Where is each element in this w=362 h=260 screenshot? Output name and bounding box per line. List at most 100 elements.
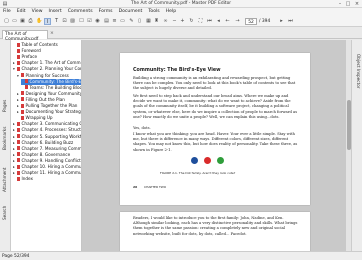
highlight-icon[interactable]: ▦ [145,18,152,25]
bookmark-item[interactable]: ▸Chapter 4. Processes: Structure [13,127,81,133]
menu-forms[interactable]: Forms [96,8,116,14]
bookmark-item[interactable]: ▸Chapter 5. Supporting Workflow [13,134,81,140]
image-icon[interactable]: ▨ [69,18,76,25]
bookmark-item[interactable]: ▸Chapter 3. Communicating Clearly [13,121,81,127]
bookmark-item[interactable]: ▸Chapter 1. The Art of Community [13,60,81,66]
menu-insert[interactable]: Insert [46,8,65,14]
menu-document[interactable]: Document [116,8,146,14]
bookmark-item[interactable]: Preface [13,54,81,60]
bookmark-item[interactable]: ▸Chapter 11. Hiring a Community [13,170,81,176]
bookmark-item[interactable]: ▸ Chapter 8. Governance [13,152,81,158]
bookmark-icon [25,85,28,90]
combo-box-icon[interactable]: ▤ [103,18,110,25]
stamp-icon[interactable]: ♜ [153,18,160,25]
edit-text-icon[interactable]: T [53,18,60,25]
right-side-tabs: Object Inspector [351,40,362,251]
bookmark-label: Chapter 4. Processes: Structure [21,127,82,133]
form-field-icon[interactable]: ☐ [78,18,85,25]
prev-page-icon[interactable]: ◂ [215,18,222,25]
tab-pages[interactable]: Pages [2,100,7,112]
print-icon[interactable]: ⎙ [27,18,34,25]
bookmark-icon [21,103,24,108]
save-icon[interactable]: ▣ [19,18,26,25]
menu-help[interactable]: Help [163,8,179,14]
bookmark-label: Community: The Bird's-Eye View [29,78,82,84]
app-window: ▤ The Art of Community.pdf - Master PDF … [0,0,362,260]
checkbox-field-icon[interactable]: ☑ [86,18,93,25]
bookmark-item[interactable]: ▸ Chapter 6. Building Buzz [13,140,81,146]
bookmark-label: Chapter 3. Communicating Clearly [21,121,82,127]
menu-edit[interactable]: Edit [14,8,29,14]
figure-caption: FIGURE 2-1. The Dot family. Aren't they … [160,171,236,175]
forward-icon[interactable]: → [234,18,241,25]
bookmark-label: Foreword [21,48,41,54]
bookmark-item[interactable]: ▸ Chapter 9. Handling Conflict [13,158,81,164]
bookmark-item[interactable]: ▸Chapter 7. Measuring Community [13,146,81,152]
blue-dot [191,157,198,164]
status-text: Page 52/394 [2,254,30,259]
zoom-in-icon[interactable]: + [179,18,186,25]
new-document-icon[interactable]: ▢ [3,18,10,25]
bookmark-item[interactable]: ▸Chapter 10. Hiring a Community [13,164,81,170]
chapter-footer: CHAPTER TWO [144,185,167,189]
bookmark-icon [17,127,20,132]
open-folder-icon[interactable]: ▭ [11,18,18,25]
bookmark-icon [17,146,20,151]
tab-document[interactable]: The Art of Community.pdf [2,30,48,42]
maximize-button[interactable]: □ [345,1,351,7]
bookmark-label: Chapter 5. Supporting Workflow [21,133,82,139]
bookmark-item[interactable]: Community: The Bird's-Eye View [21,78,82,85]
bookmark-icon [25,79,28,84]
last-page-icon[interactable]: ⏭ [287,18,294,25]
tab-object-inspector[interactable]: Object Inspector [356,54,361,89]
first-page-icon[interactable]: ⏮ [206,18,213,25]
bookmark-item[interactable]: ▾ Planning for Success [17,73,81,79]
bookmark-item[interactable]: Wrapping Up [17,115,81,121]
link-icon[interactable]: ∞ [162,18,169,25]
tab-bookmarks[interactable]: Bookmarks [2,127,7,150]
bookmark-item[interactable]: ▾Chapter 2. Planning Your Community [13,66,81,72]
button-field-icon[interactable]: ▭ [119,18,126,25]
zoom-out-icon[interactable]: − [171,18,178,25]
red-dot [204,157,211,164]
hand-tool-icon[interactable]: ✋ [36,18,43,25]
text-select-icon[interactable]: I [44,18,51,25]
bookmark-item[interactable]: ▸ Documenting Your Strategy [17,109,81,115]
menu-file[interactable]: File [0,8,14,14]
next-page-icon[interactable]: ▸ [278,18,285,25]
fit-page-icon[interactable]: ⛶ [197,18,204,25]
bookmark-label: Index [21,176,34,182]
edit-object-icon[interactable]: ⊡ [61,18,68,25]
rotate-icon[interactable]: ↻ [188,18,195,25]
bookmark-item[interactable]: ▸ Filling Out the Plan [17,97,81,103]
status-bar: Page 52/394 [0,251,362,260]
bookmark-item[interactable]: ▸ Designing Your Community [17,91,81,97]
menu-comments[interactable]: Comments [65,8,96,14]
page-number-input[interactable]: 52 [245,18,257,25]
menu-bar: File Edit View Insert Comments Forms Document T… [0,8,362,16]
section-heading: Community: The Bird's-Eye View [133,68,221,73]
close-tab-icon[interactable]: × [50,31,54,36]
bookmark-item[interactable]: ▸ Pulling Together the Plan [17,103,81,109]
bookmark-item[interactable]: Foreword [13,48,81,54]
menu-tools[interactable]: Tools [145,8,162,14]
note-icon[interactable]: ▯ [136,18,143,25]
close-window-button[interactable]: × [354,1,360,7]
bookmark-icon [17,48,20,53]
radio-field-icon[interactable]: ◉ [94,18,101,25]
bookmark-label: Documenting Your Strategy [25,109,82,115]
bookmark-item[interactable]: Teams: The Building Blocks [21,85,81,91]
tab-attachment[interactable]: Attachment [2,167,7,192]
document-view[interactable]: Community: The Bird's-Eye View Building … [82,40,351,252]
signature-icon[interactable]: ✎ [128,18,135,25]
menu-view[interactable]: View [29,8,46,14]
back-icon[interactable]: ← [224,18,231,25]
bookmark-label: Chapter 11. Hiring a Community [21,170,82,176]
scrollbar-thumb[interactable] [346,100,351,150]
list-box-icon[interactable]: ≡ [111,18,118,25]
bookmark-icon [21,97,24,102]
bookmark-item[interactable]: Index [13,176,81,182]
tab-search[interactable]: Search [2,206,7,220]
minimize-button[interactable]: – [337,1,343,7]
bookmark-item[interactable]: Table of Contents [13,42,81,48]
